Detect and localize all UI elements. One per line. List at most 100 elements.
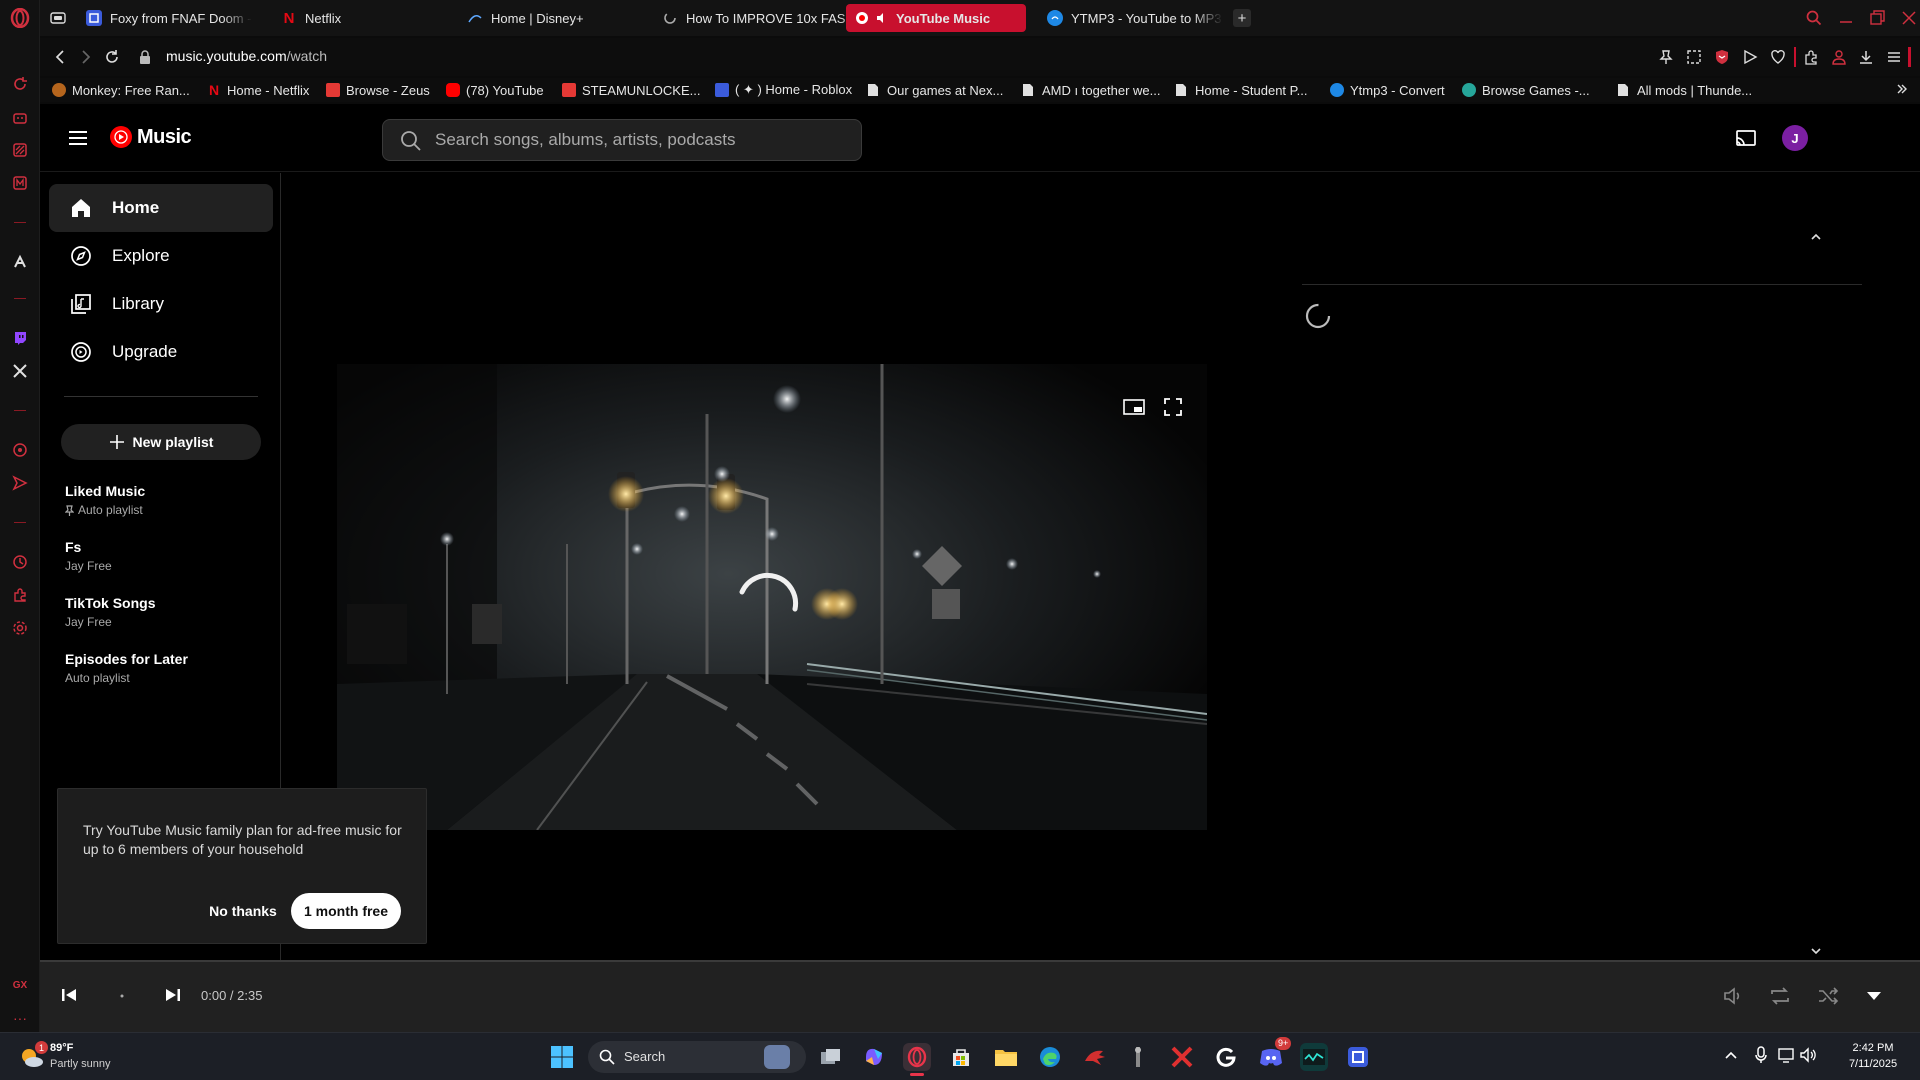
progress-bar[interactable] xyxy=(40,960,1920,962)
x-app-icon[interactable] xyxy=(1168,1043,1196,1071)
discord-icon[interactable]: 9+ xyxy=(1257,1037,1292,1071)
microsoft-store-icon[interactable] xyxy=(947,1043,975,1071)
g-hub-icon[interactable] xyxy=(1212,1043,1240,1071)
snapshot-icon[interactable] xyxy=(1686,49,1702,65)
tab-disney[interactable]: Home | Disney+ xyxy=(463,4,633,32)
play-pause-loading-icon[interactable] xyxy=(116,990,128,1002)
avatar[interactable]: J xyxy=(1782,125,1808,151)
minimize-icon[interactable] xyxy=(1837,9,1855,27)
bookmark-item[interactable]: Browse Games -... xyxy=(1462,81,1590,99)
chevron-down-icon[interactable] xyxy=(1810,946,1822,956)
tab-netflix[interactable]: N Netflix xyxy=(277,4,397,32)
reload-icon[interactable] xyxy=(104,49,120,65)
previous-icon[interactable] xyxy=(60,986,78,1004)
bookmark-item[interactable]: (78) YouTube xyxy=(446,81,544,99)
terminal-app-icon[interactable] xyxy=(1300,1043,1328,1071)
robot-icon[interactable] xyxy=(10,107,30,127)
new-playlist-button[interactable]: New playlist xyxy=(61,424,261,460)
pin-icon[interactable] xyxy=(1658,49,1674,65)
tab-snap-icon[interactable] xyxy=(50,10,66,26)
bookmark-item[interactable]: ( ✦ ) Home - Roblox xyxy=(715,81,852,99)
clock-date[interactable]: 7/11/2025 xyxy=(1836,1058,1910,1070)
bookmark-item[interactable]: Our games at Nex... xyxy=(867,81,1003,99)
profile-toolbar-icon[interactable] xyxy=(1831,49,1847,65)
red-dragon-icon[interactable] xyxy=(1081,1043,1109,1071)
nav-item-explore[interactable]: Explore xyxy=(49,232,273,280)
aria-icon[interactable] xyxy=(10,252,30,272)
download-icon[interactable] xyxy=(1858,49,1874,65)
bookmark-item[interactable]: Ytmp3 - Convert xyxy=(1330,81,1445,99)
shuffle-icon[interactable] xyxy=(1817,986,1839,1006)
playlist-item[interactable]: Liked Music Auto playlist xyxy=(65,483,265,517)
restore-icon[interactable] xyxy=(1868,9,1886,27)
cast-icon[interactable] xyxy=(1734,126,1758,150)
speaker-volume-icon[interactable] xyxy=(1800,1047,1818,1063)
send-icon[interactable] xyxy=(10,473,30,493)
video-player[interactable] xyxy=(337,364,1207,830)
extensions-sidebar-icon[interactable] xyxy=(10,585,30,605)
refresh-sidebar-icon[interactable] xyxy=(10,74,30,94)
one-month-free-button[interactable]: 1 month free xyxy=(291,893,401,929)
x-twitter-icon[interactable] xyxy=(10,361,30,381)
shield-icon[interactable] xyxy=(1714,49,1730,65)
bookmark-item[interactable]: AMD ı together we... xyxy=(1022,81,1161,99)
playlist-item[interactable]: Fs Jay Free xyxy=(65,539,265,573)
opera-logo-icon[interactable] xyxy=(10,8,30,28)
expand-player-icon[interactable] xyxy=(1866,990,1882,1002)
bookmark-item[interactable]: Browse - Zeus xyxy=(326,81,430,99)
play-toolbar-icon[interactable] xyxy=(1742,49,1758,65)
twitch-icon[interactable] xyxy=(10,328,30,348)
close-window-icon[interactable] xyxy=(1900,9,1918,27)
network-icon[interactable] xyxy=(1778,1047,1796,1063)
nav-item-upgrade[interactable]: Upgrade xyxy=(49,328,273,376)
extensions-icon[interactable] xyxy=(1804,49,1820,65)
clock-time[interactable]: 2:42 PM xyxy=(1836,1042,1910,1054)
tab-search-icon[interactable] xyxy=(1805,9,1823,27)
no-thanks-button[interactable]: No thanks xyxy=(198,893,288,929)
chevron-up-tray-icon[interactable] xyxy=(1724,1050,1738,1060)
back-icon[interactable] xyxy=(52,49,68,65)
youtube-music-logo[interactable]: Music xyxy=(109,125,192,149)
mail-m-icon[interactable] xyxy=(10,173,30,193)
windows-start-icon[interactable] xyxy=(548,1043,576,1071)
bookmark-item[interactable]: Monkey: Free Ran... xyxy=(52,81,190,99)
chevron-up-icon[interactable] xyxy=(1810,232,1822,242)
tab-youtube-music[interactable]: YouTube Music xyxy=(846,4,1026,32)
settings-sidebar-icon[interactable] xyxy=(10,618,30,638)
heart-icon[interactable] xyxy=(1770,49,1786,65)
url-field[interactable]: music.youtube.com/watch xyxy=(166,48,327,64)
forward-icon[interactable] xyxy=(78,49,94,65)
copilot-icon[interactable] xyxy=(860,1043,888,1071)
file-explorer-icon[interactable] xyxy=(992,1043,1020,1071)
edge-icon[interactable] xyxy=(1036,1043,1064,1071)
weather-icon[interactable]: 1 xyxy=(18,1041,48,1071)
stripes-icon[interactable] xyxy=(10,140,30,160)
bookmark-item[interactable]: All mods | Thunde... xyxy=(1617,81,1752,99)
bookmark-item[interactable]: N Home - Netflix xyxy=(207,81,309,99)
search-box[interactable] xyxy=(382,119,862,161)
tab-ytmp3[interactable]: YTMP3 - YouTube to MP3 xyxy=(1043,4,1223,32)
opera-gx-taskbar-icon[interactable] xyxy=(903,1043,931,1076)
tab-foxy[interactable]: Foxy from FNAF Doom - R xyxy=(82,4,252,32)
nav-item-library[interactable]: Library xyxy=(49,280,273,328)
more-sidebar-icon[interactable]: ··· xyxy=(10,1008,30,1028)
nav-item-home[interactable]: Home xyxy=(49,184,273,232)
bookmark-item[interactable]: Home - Student P... xyxy=(1175,81,1308,99)
microphone-icon[interactable] xyxy=(1754,1046,1768,1064)
history-icon[interactable] xyxy=(10,552,30,572)
new-tab-button[interactable]: + xyxy=(1233,9,1251,27)
hamburger-menu-icon[interactable] xyxy=(66,126,90,150)
fullscreen-icon[interactable] xyxy=(1164,398,1182,416)
player-sidebar-icon[interactable] xyxy=(10,440,30,460)
bookmark-item[interactable]: STEAMUNLOCKE... xyxy=(562,81,700,99)
task-view-icon[interactable] xyxy=(817,1043,845,1071)
easy-setup-icon[interactable] xyxy=(1886,49,1902,65)
next-icon[interactable] xyxy=(164,986,182,1004)
playlist-item[interactable]: Episodes for Later Auto playlist xyxy=(65,651,265,685)
taskbar-search[interactable]: Search xyxy=(588,1041,806,1073)
repeat-icon[interactable] xyxy=(1769,986,1791,1006)
app-blue-icon[interactable] xyxy=(1344,1043,1372,1071)
speaker-icon[interactable] xyxy=(876,12,888,24)
lock-icon[interactable] xyxy=(138,49,152,65)
chevron-right-icon[interactable] xyxy=(1895,82,1909,96)
